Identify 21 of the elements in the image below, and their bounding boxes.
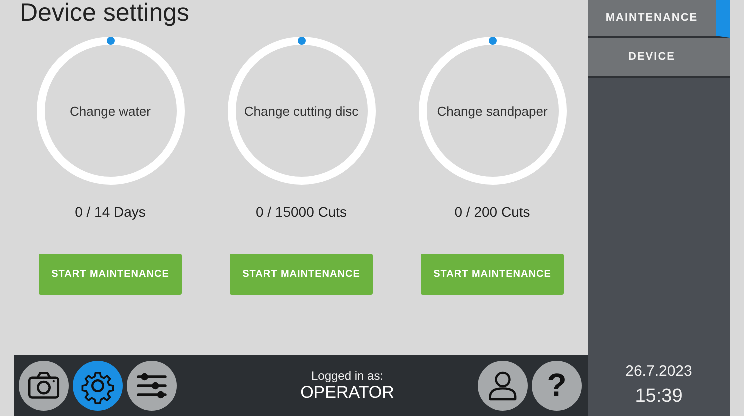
start-maintenance-button[interactable]: START MAINTENANCE bbox=[230, 254, 373, 295]
nav-button[interactable] bbox=[127, 360, 177, 410]
counter-text: 0 / 14 Days bbox=[75, 204, 146, 222]
time-text: 15:39 bbox=[635, 386, 683, 408]
counter-text: 0 / 15000 Cuts bbox=[256, 204, 348, 222]
nav-button[interactable] bbox=[19, 360, 69, 410]
gauge-label: Change cutting disc bbox=[244, 104, 359, 118]
help-button[interactable]: ? bbox=[532, 360, 582, 410]
sidebar-tab[interactable]: MAINTENANCE bbox=[588, 0, 730, 38]
login-label: Logged in as: bbox=[311, 368, 384, 382]
date-text: 26.7.2023 bbox=[626, 363, 692, 380]
nav-button[interactable] bbox=[73, 360, 123, 410]
start-maintenance-button[interactable]: START MAINTENANCE bbox=[421, 254, 564, 295]
page-title: Device settings bbox=[19, 0, 191, 28]
gauge-label: Change water bbox=[70, 104, 151, 118]
user-name: OPERATOR bbox=[300, 382, 394, 402]
sidebar-tab[interactable]: DEVICE bbox=[588, 38, 730, 78]
counter-text: 0 / 200 Cuts bbox=[454, 204, 530, 222]
gauge-label: Change sandpaper bbox=[437, 104, 548, 118]
start-maintenance-button[interactable]: START MAINTENANCE bbox=[39, 254, 182, 295]
user-button[interactable] bbox=[478, 360, 528, 410]
